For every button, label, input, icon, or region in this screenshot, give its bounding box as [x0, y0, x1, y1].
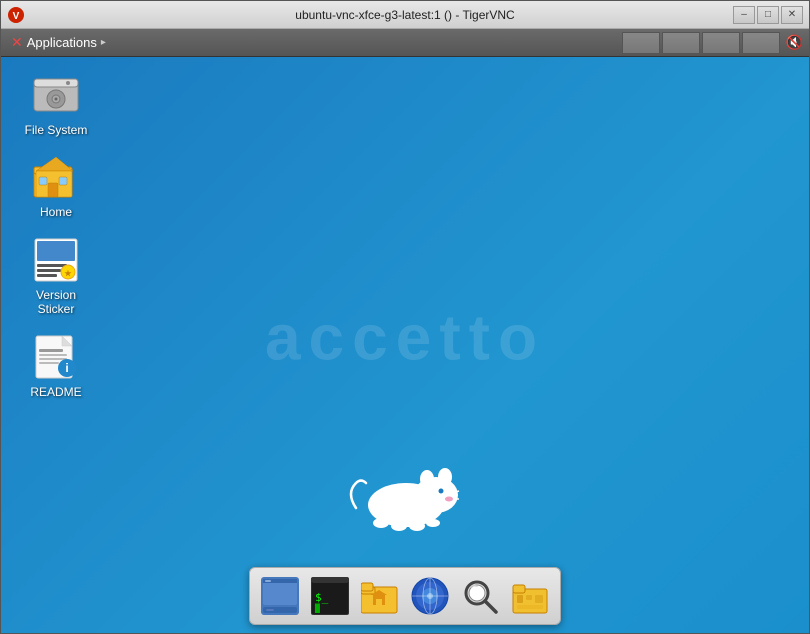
- dock-filemanager[interactable]: [356, 572, 404, 620]
- home-icon-image: [32, 153, 80, 201]
- workspace-indicator-4[interactable]: [742, 32, 780, 54]
- svg-text:★: ★: [64, 269, 72, 278]
- titlebar: V ubuntu-vnc-xfce-g3-latest:1 () - Tiger…: [1, 1, 809, 29]
- workspace-indicator-1[interactable]: [622, 32, 660, 54]
- titlebar-left: V: [7, 6, 25, 24]
- desktop-icons: File System: [11, 67, 101, 403]
- applications-menu-button[interactable]: ✕ Applications ▸: [7, 32, 110, 53]
- desktop: accetto File System: [1, 57, 809, 633]
- browser-svg: [411, 577, 449, 615]
- xfce-icon: ✕: [11, 34, 23, 51]
- dock-showdesktop[interactable]: [256, 572, 304, 620]
- applications-arrow: ▸: [101, 37, 106, 48]
- applications-label: Applications: [27, 35, 97, 50]
- dock-thunar[interactable]: [506, 572, 554, 620]
- maximize-button[interactable]: □: [757, 6, 779, 24]
- home-icon[interactable]: Home: [11, 149, 101, 223]
- dock: $_ █: [249, 567, 561, 625]
- svg-text:i: i: [65, 361, 68, 375]
- home-label: Home: [40, 205, 72, 219]
- filesystem-icon[interactable]: File System: [11, 67, 101, 141]
- folder-svg: [361, 577, 399, 615]
- versionsticker-label: Version Sticker: [36, 288, 76, 317]
- tigervnc-icon: V: [7, 6, 25, 24]
- dock-search[interactable]: [456, 572, 504, 620]
- titlebar-controls: – □ ✕: [733, 6, 803, 24]
- mouse-svg: [341, 453, 461, 533]
- terminal-svg: $_ █: [311, 577, 349, 615]
- xfce-mouse-mascot: [341, 453, 461, 533]
- workspace-indicator-3[interactable]: [702, 32, 740, 54]
- close-button[interactable]: ✕: [781, 6, 803, 24]
- versionsticker-icon-image: ★: [32, 236, 80, 284]
- taskbar: ✕ Applications ▸ 🔇: [1, 29, 809, 57]
- taskbar-right: 🔇: [622, 32, 803, 54]
- readme-label: README: [30, 385, 81, 399]
- dock-browser[interactable]: [406, 572, 454, 620]
- readme-icon-image: i: [32, 333, 80, 381]
- filesystem-icon-image: [32, 71, 80, 119]
- minimize-button[interactable]: –: [733, 6, 755, 24]
- dock-terminal[interactable]: $_ █: [306, 572, 354, 620]
- readme-icon[interactable]: i README: [11, 329, 101, 403]
- workspace-indicator-2[interactable]: [662, 32, 700, 54]
- desktop-watermark: accetto: [265, 301, 545, 375]
- volume-icon[interactable]: 🔇: [786, 34, 803, 51]
- versionsticker-icon[interactable]: ★ Version Sticker: [11, 232, 101, 321]
- svg-text:$_: $_: [315, 591, 329, 604]
- vnc-window: V ubuntu-vnc-xfce-g3-latest:1 () - Tiger…: [0, 0, 810, 634]
- window-title: ubuntu-vnc-xfce-g3-latest:1 () - TigerVN…: [295, 8, 514, 22]
- svg-text:█: █: [314, 603, 320, 613]
- search-svg: [461, 577, 499, 615]
- versionsticker-svg: ★: [34, 238, 78, 282]
- readme-svg: i: [34, 335, 78, 379]
- filesystem-label: File System: [25, 123, 88, 137]
- filesystem-svg: [33, 75, 79, 115]
- thunar-svg: [511, 577, 549, 615]
- svg-text:V: V: [13, 11, 20, 22]
- showdesktop-svg: [261, 577, 299, 615]
- home-svg: [33, 155, 79, 199]
